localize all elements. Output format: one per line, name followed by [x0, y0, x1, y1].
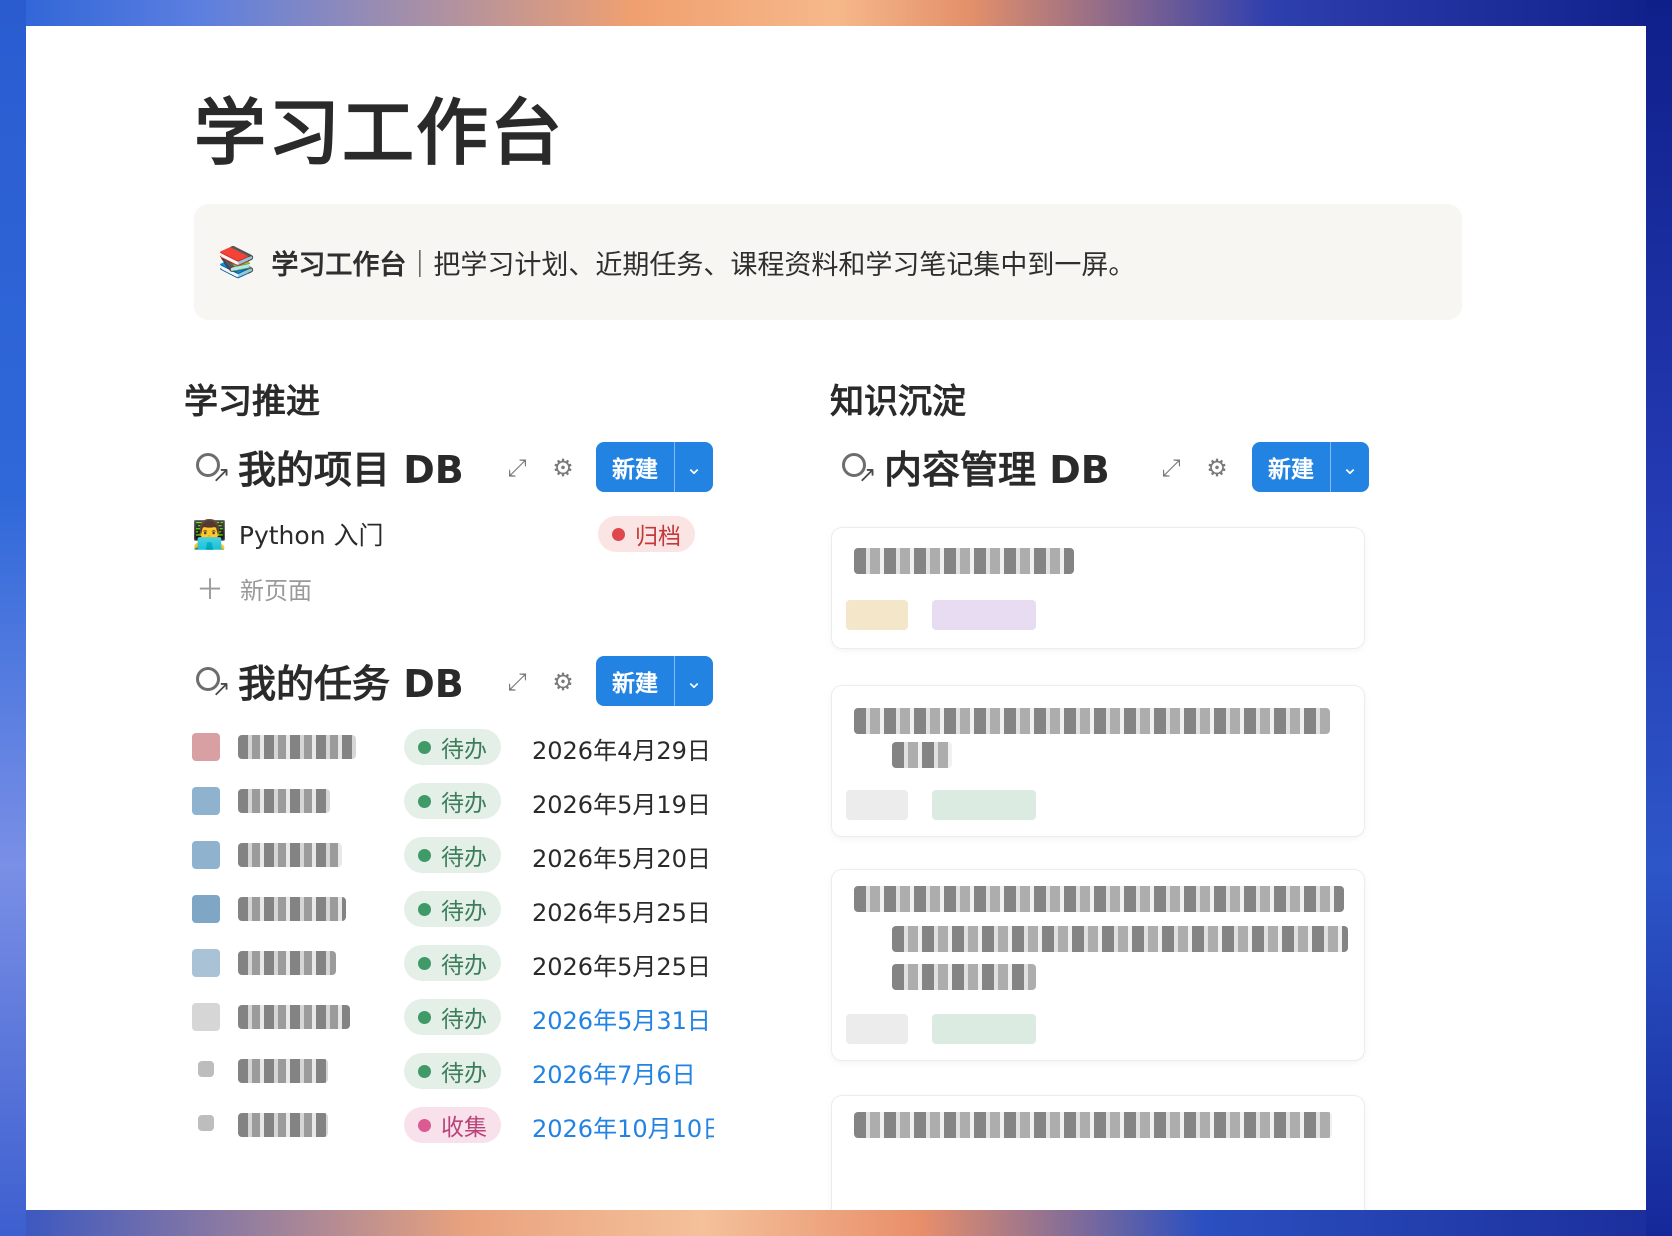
wallpaper-left [0, 0, 26, 1236]
content-db-title[interactable]: 内容管理 DB [884, 439, 1110, 494]
task-icon [192, 787, 220, 815]
task-icon [192, 949, 220, 977]
books-icon: 📚 [218, 244, 256, 280]
new-button-label[interactable]: 新建 [596, 450, 674, 484]
plus-icon: ＋ [196, 573, 225, 606]
card-tag [932, 600, 1036, 630]
task-name[interactable] [238, 897, 346, 921]
due-date: 2026年5月19日 [532, 791, 711, 819]
learning-progress-heading: 学习推进 [184, 382, 320, 422]
task-name[interactable] [238, 1005, 350, 1029]
card-title [892, 964, 1036, 990]
card-title [854, 548, 1074, 574]
new-button-label[interactable]: 新建 [596, 664, 674, 698]
linked-db-icon: ↗ [192, 661, 230, 702]
project-db-title[interactable]: 我的项目 DB [238, 439, 464, 494]
content-db-header[interactable]: ↗ 内容管理 DB [838, 440, 1110, 492]
chevron-down-icon[interactable]: ⌄ [675, 669, 713, 693]
due-date: 2026年5月20日 [532, 845, 711, 873]
project-db-header[interactable]: ↗ 我的项目 DB [192, 440, 464, 492]
gallery-card[interactable] [832, 528, 1364, 648]
notion-page-window: 学习工作台 📚 学习工作台 ｜把学习计划、近期任务、课程资料和学习笔记集中到一屏… [26, 26, 1646, 1210]
wallpaper-top [0, 0, 1672, 26]
task-icon [192, 1003, 220, 1031]
due-date: 2026年5月25日 [532, 953, 711, 981]
status-badge: 待办 [404, 999, 501, 1035]
task-icon [192, 841, 220, 869]
card-title [854, 1112, 1332, 1138]
gallery-card[interactable] [832, 1096, 1364, 1210]
task-name[interactable] [238, 1059, 328, 1083]
new-page-button[interactable]: ＋ 新页面 [196, 568, 312, 608]
linked-db-icon: ↗ [838, 447, 876, 488]
intro-callout: 📚 学习工作台 ｜把学习计划、近期任务、课程资料和学习笔记集中到一屏。 [194, 204, 1462, 320]
knowledge-heading: 知识沉淀 [830, 382, 966, 422]
status-badge: 待办 [404, 891, 501, 927]
due-date: 2026年4月29日 [532, 737, 711, 765]
status-badge: 待办 [404, 1053, 501, 1089]
filter-settings-icon[interactable]: ⚙ [1202, 454, 1232, 482]
filter-settings-icon[interactable]: ⚙ [548, 454, 578, 482]
chevron-down-icon[interactable]: ⌄ [1331, 455, 1369, 479]
expand-icon[interactable]: ⤢ [502, 454, 532, 482]
task-name[interactable] [238, 951, 336, 975]
task-db-header[interactable]: ↗ 我的任务 DB [192, 654, 464, 706]
expand-icon[interactable]: ⤢ [502, 668, 532, 696]
content-new-button[interactable]: 新建 ⌄ [1252, 442, 1369, 492]
status-badge: 待办 [404, 729, 501, 765]
task-db-title[interactable]: 我的任务 DB [238, 653, 464, 708]
task-icon [192, 733, 220, 761]
project-name[interactable]: Python 入门 [239, 516, 384, 552]
due-date: 2026年10月10日 [532, 1115, 714, 1143]
card-tag [932, 1014, 1036, 1044]
card-title [854, 886, 1344, 912]
due-date: 2026年5月31日 [532, 1007, 711, 1035]
task-name[interactable] [238, 735, 356, 759]
callout-text: ｜把学习计划、近期任务、课程资料和学习笔记集中到一屏。 [406, 249, 1136, 281]
status-badge: 待办 [404, 837, 501, 873]
card-tag [932, 790, 1036, 820]
wallpaper-bottom [0, 1210, 1672, 1236]
technologist-icon: 👨‍💻 [192, 517, 227, 551]
task-icon [192, 895, 220, 923]
task-name[interactable] [238, 789, 330, 813]
task-name[interactable] [238, 843, 342, 867]
card-title [892, 742, 952, 768]
linked-db-icon: ↗ [192, 447, 230, 488]
status-badge: 收集 [404, 1107, 501, 1143]
status-badge: 归档 [598, 516, 695, 552]
project-row[interactable]: 👨‍💻 Python 入门 [192, 514, 383, 554]
card-tag [846, 1014, 908, 1044]
new-button-label[interactable]: 新建 [1252, 450, 1330, 484]
task-icon [198, 1061, 214, 1077]
page-title: 学习工作台 [194, 91, 565, 175]
expand-icon[interactable]: ⤢ [1156, 454, 1186, 482]
filter-settings-icon[interactable]: ⚙ [548, 668, 578, 696]
card-tag [846, 790, 908, 820]
wallpaper-right [1646, 0, 1672, 1236]
gallery-card[interactable] [832, 686, 1364, 836]
project-new-button[interactable]: 新建 ⌄ [596, 442, 713, 492]
callout-title: 学习工作台 [271, 249, 407, 281]
due-date: 2026年7月6日 [532, 1061, 696, 1089]
task-new-button[interactable]: 新建 ⌄ [596, 656, 713, 706]
card-title [854, 708, 1330, 734]
due-date: 2026年5月25日 [532, 899, 711, 927]
status-badge: 待办 [404, 945, 501, 981]
task-icon [198, 1115, 214, 1131]
status-badge: 待办 [404, 783, 501, 819]
gallery-card[interactable] [832, 870, 1364, 1060]
card-title [892, 926, 1348, 952]
task-list: 待办 2026年4月29日 待办 2026年5月19日 待办 2026年5月20… [186, 721, 714, 1210]
chevron-down-icon[interactable]: ⌄ [675, 455, 713, 479]
card-tag [846, 600, 908, 630]
task-name[interactable] [238, 1113, 328, 1137]
